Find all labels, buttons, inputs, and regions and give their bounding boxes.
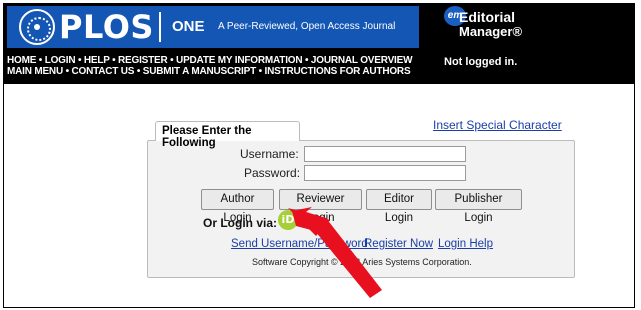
em-logo-line2: Manager®: [459, 24, 523, 39]
nav-help[interactable]: HELP: [84, 55, 110, 66]
logo-divider: [159, 12, 161, 42]
insert-special-character-link[interactable]: Insert Special Character: [433, 118, 562, 132]
login-form-tab: Please Enter the Following: [155, 121, 300, 149]
username-input[interactable]: [304, 146, 466, 162]
journal-tagline: A Peer-Reviewed, Open Access Journal: [218, 21, 396, 32]
reviewer-login-button[interactable]: Reviewer Login: [279, 189, 362, 224]
author-login-button[interactable]: Author Login: [201, 189, 274, 224]
send-username-password-link[interactable]: Send Username/Password: [231, 238, 368, 250]
login-help-link[interactable]: Login Help: [438, 238, 493, 250]
nav-update-info[interactable]: UPDATE MY INFORMATION: [176, 55, 303, 66]
nav-main-menu[interactable]: MAIN MENU: [7, 66, 63, 77]
nav-register[interactable]: REGISTER: [118, 55, 168, 66]
plos-logo-text: PLOS: [59, 8, 154, 46]
nav-instructions-authors[interactable]: INSTRUCTIONS FOR AUTHORS: [264, 66, 410, 77]
nav-submit-manuscript[interactable]: SUBMIT A MANUSCRIPT: [143, 66, 256, 77]
em-logo-line1: Editorial: [459, 9, 516, 25]
password-label: Password:: [244, 166, 301, 180]
editorial-manager-logo: em Editorial Manager®: [444, 6, 554, 44]
login-status: Not logged in.: [444, 56, 518, 68]
nav-home[interactable]: HOME: [7, 55, 36, 66]
publisher-login-button[interactable]: Publisher Login: [435, 189, 522, 224]
password-input[interactable]: [304, 165, 466, 181]
orcid-icon[interactable]: iD: [278, 210, 298, 230]
nav-journal-overview[interactable]: JOURNAL OVERVIEW: [311, 55, 413, 66]
plos-logo-icon: [19, 9, 55, 45]
nav-row-2: MAIN MENU • CONTACT US • SUBMIT A MANUSC…: [7, 66, 411, 77]
header-bar: PLOS ONE A Peer-Reviewed, Open Access Jo…: [4, 4, 634, 84]
page-frame: PLOS ONE A Peer-Reviewed, Open Access Jo…: [3, 3, 635, 308]
username-label: Username:: [240, 147, 299, 161]
journal-name: ONE: [172, 18, 205, 35]
register-now-link[interactable]: Register Now: [364, 238, 433, 250]
or-login-via-label: Or Login via:: [203, 216, 278, 230]
nav-row-1: HOME • LOGIN • HELP • REGISTER • UPDATE …: [7, 55, 413, 66]
editor-login-button[interactable]: Editor Login: [366, 189, 432, 224]
plos-banner: PLOS ONE A Peer-Reviewed, Open Access Jo…: [7, 6, 419, 48]
nav-contact-us[interactable]: CONTACT US: [71, 66, 134, 77]
nav-login[interactable]: LOGIN: [45, 55, 76, 66]
copyright-text: Software Copyright © 2018 Aries Systems …: [252, 257, 472, 267]
